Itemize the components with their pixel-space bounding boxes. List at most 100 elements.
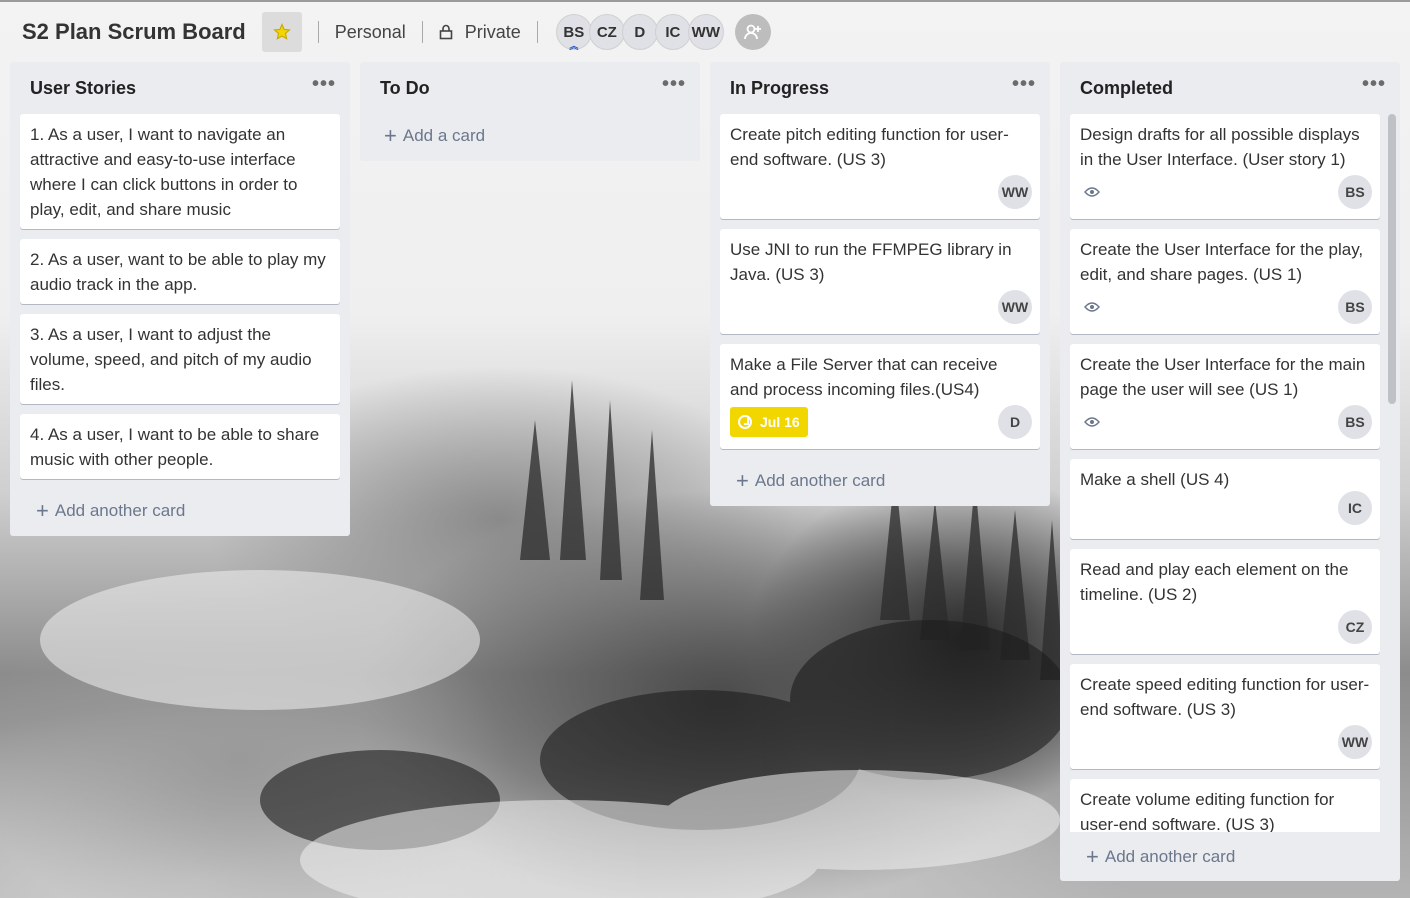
invite-member-button[interactable] [734,14,771,50]
add-card-button[interactable]: + Add another card [710,459,1050,503]
star-button[interactable] [261,12,302,52]
card-title: 4. As a user, I want to be able to share… [30,425,320,469]
visibility-label: Private [464,21,521,42]
add-card-button[interactable]: + Add another card [10,489,350,533]
card-badges: BS [1080,289,1372,325]
watch-eye-icon [1084,301,1100,313]
card-title: Create pitch editing function for user-e… [730,125,1009,169]
plus-icon: + [384,123,397,148]
add-user-icon [743,24,761,40]
card-badges: BS [1080,404,1372,440]
visibility-button[interactable]: Private [433,22,527,43]
list-header: In Progress ••• [710,62,1050,112]
due-date-badge[interactable]: Jul 16 [730,407,808,437]
card-badges: WW [730,174,1032,210]
card-member-avatar[interactable]: WW [998,175,1032,209]
card-title: Make a shell (US 4) [1080,470,1230,489]
list-menu-icon[interactable]: ••• [1362,74,1386,94]
card-title: Create the User Interface for the play, … [1080,240,1364,284]
card-badges: WW [1080,724,1372,760]
card[interactable]: 4. As a user, I want to be able to share… [20,414,340,479]
member-avatar[interactable]: CZ [588,14,625,50]
card-badges: IC [1080,490,1372,526]
card-title: Create speed editing function for user-e… [1080,675,1370,719]
list-title[interactable]: In Progress [730,78,829,99]
member-avatar[interactable]: WW [687,14,724,50]
card[interactable]: Create volume editing function for user-… [1070,779,1380,832]
list-menu-icon[interactable]: ••• [1012,74,1036,94]
add-card-button[interactable]: + Add another card [1060,832,1400,882]
card-member-avatar[interactable]: D [998,405,1032,439]
card[interactable]: Create speed editing function for user-e… [1070,664,1380,769]
card-title: Read and play each element on the timeli… [1080,560,1349,604]
list-user-stories: User Stories ••• 1. As a user, I want to… [10,62,350,536]
card-member-avatar[interactable]: WW [998,290,1032,324]
card-member-avatar[interactable]: BS [1338,405,1372,439]
card-member-avatar[interactable]: CZ [1338,610,1372,644]
card[interactable]: Make a File Server that can receive and … [720,344,1040,449]
list-to-do: To Do ••• + Add a card [360,62,700,161]
list-in-progress: In Progress ••• Create pitch editing fun… [710,62,1050,506]
plus-icon: + [1086,844,1099,869]
card-badges: Jul 16 D [730,404,1032,440]
admin-chevron-icon: ︽ [569,41,579,51]
card-title: Design drafts for all possible displays … [1080,125,1360,169]
add-card-button[interactable]: + Add a card [360,112,700,160]
card-list: Create pitch editing function for user-e… [710,112,1050,449]
member-avatar[interactable]: IC [654,14,691,50]
list-header: To Do ••• [360,62,700,112]
card-badges: WW [730,289,1032,325]
watch-eye-icon [1084,416,1100,428]
card-member-avatar[interactable]: IC [1338,491,1372,525]
plus-icon: + [36,498,49,523]
member-avatar[interactable]: BS ︽ [555,14,592,51]
lock-icon [439,24,453,40]
board-title[interactable]: S2 Plan Scrum Board [22,19,246,45]
card[interactable]: Create pitch editing function for user-e… [720,114,1040,219]
list-header: User Stories ••• [10,62,350,112]
card-title: 2. As a user, want to be able to play my… [30,250,326,294]
list-header: Completed ••• [1060,62,1400,112]
card-title: Use JNI to run the FFMPEG library in Jav… [730,240,1012,284]
list-menu-icon[interactable]: ••• [312,74,336,94]
card-list[interactable]: Design drafts for all possible displays … [1060,112,1400,832]
board-members: BS ︽ CZ D IC WW [555,14,724,51]
card[interactable]: Design drafts for all possible displays … [1070,114,1380,219]
card-member-avatar[interactable]: WW [1338,725,1372,759]
card-member-avatar[interactable]: BS [1338,175,1372,209]
card[interactable]: 2. As a user, want to be able to play my… [20,239,340,304]
card-list: 1. As a user, I want to navigate an attr… [10,112,350,479]
card[interactable]: 1. As a user, I want to navigate an attr… [20,114,340,229]
card[interactable]: Use JNI to run the FFMPEG library in Jav… [720,229,1040,334]
list-menu-icon[interactable]: ••• [662,74,686,94]
header-divider [536,21,538,43]
workspace-button[interactable]: Personal [329,22,412,43]
card-member-avatar[interactable]: BS [1338,290,1372,324]
scrollbar-thumb[interactable] [1388,114,1396,404]
member-avatar[interactable]: D [621,14,658,50]
list-title[interactable]: Completed [1080,78,1173,99]
list-title[interactable]: To Do [380,78,430,99]
board-header: S2 Plan Scrum Board Personal Private BS ︽… [0,0,1410,62]
card-title: Create volume editing function for user-… [1080,790,1335,832]
list-completed: Completed ••• Design drafts for all poss… [1060,62,1400,881]
header-divider [421,21,423,43]
card[interactable]: 3. As a user, I want to adjust the volum… [20,314,340,404]
card[interactable]: Read and play each element on the timeli… [1070,549,1380,654]
card[interactable]: Make a shell (US 4) IC [1070,459,1380,539]
list-title[interactable]: User Stories [30,78,136,99]
plus-icon: + [736,468,749,493]
card-title: 3. As a user, I want to adjust the volum… [30,325,312,394]
star-icon [272,23,291,40]
card-title: Create the User Interface for the main p… [1080,355,1366,399]
card-badges: BS [1080,174,1372,210]
card-list-inner: Design drafts for all possible displays … [1060,112,1400,832]
card-badges: CZ [1080,609,1372,645]
card[interactable]: Create the User Interface for the play, … [1070,229,1380,334]
card-title: 1. As a user, I want to navigate an attr… [30,125,298,219]
watch-eye-icon [1084,186,1100,198]
header-divider [317,21,319,43]
card-title: Make a File Server that can receive and … [730,355,998,399]
clock-icon [738,415,752,429]
card[interactable]: Create the User Interface for the main p… [1070,344,1380,449]
